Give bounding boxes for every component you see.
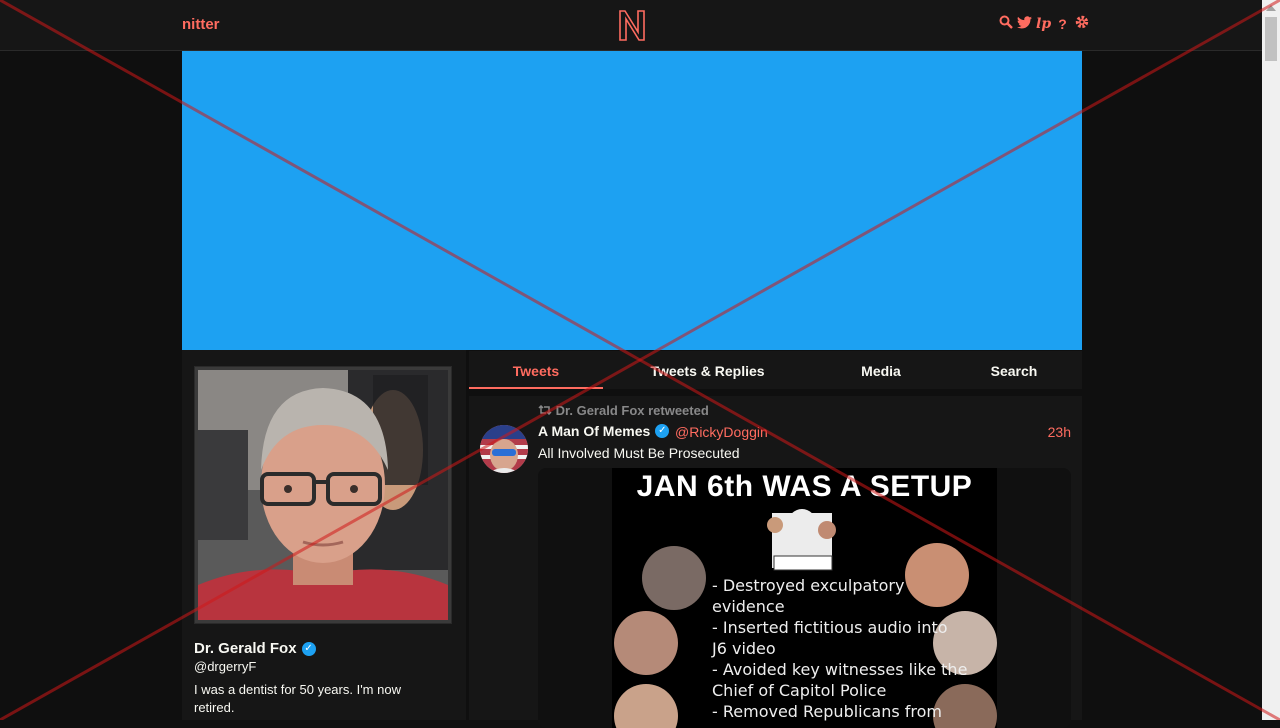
tweet-image-line: evidence bbox=[712, 597, 785, 616]
nitter-home-link[interactable]: nitter bbox=[182, 16, 220, 33]
tab-search[interactable]: Search bbox=[969, 351, 1059, 389]
twitter-bird-icon[interactable] bbox=[1017, 15, 1032, 32]
tweet-image-line: - Inserted fictitious audio into bbox=[712, 618, 948, 637]
retweet-icon bbox=[538, 403, 556, 418]
verified-badge-icon: ✓ bbox=[655, 424, 670, 438]
nav-icons: lp ? bbox=[998, 15, 1089, 32]
profile-fullname-text[interactable]: Dr. Gerald Fox bbox=[194, 640, 297, 657]
tweet-image-line: - Removed Republicans from bbox=[712, 702, 943, 721]
tab-media[interactable]: Media bbox=[826, 351, 936, 389]
tweet-text: All Involved Must Be Prosecuted bbox=[538, 445, 740, 461]
profile-banner[interactable] bbox=[182, 51, 1082, 350]
tweet-author-name: A Man Of Memes ✓ bbox=[538, 423, 670, 439]
nitter-logo[interactable] bbox=[617, 8, 647, 47]
tweet-author-avatar[interactable] bbox=[480, 425, 528, 473]
profile-bio: I was a dentist for 50 years. I'm now re… bbox=[194, 682, 401, 715]
tweet-image-line: Chief of Capitol Police bbox=[712, 681, 887, 700]
scroll-up-arrow-icon[interactable] bbox=[1266, 5, 1276, 11]
search-icon[interactable] bbox=[998, 15, 1013, 32]
tweet-image-line: - Avoided key witnesses like the bbox=[712, 660, 968, 679]
profile-username[interactable]: @drgerryF bbox=[194, 659, 256, 674]
scroll-thumb[interactable] bbox=[1265, 17, 1277, 61]
timeline-tabs: Tweets Tweets & Replies Media Search bbox=[469, 351, 1082, 389]
tab-tweets[interactable]: Tweets bbox=[469, 351, 603, 389]
profile-card: Dr. Gerald Fox ✓ @drgerryF I was a denti… bbox=[182, 350, 466, 720]
tweet-author-name-text[interactable]: A Man Of Memes bbox=[538, 423, 650, 439]
tweet-image[interactable]: JAN 6th WAS A SETUP - Destroyed exculpat… bbox=[612, 468, 997, 728]
profile-avatar[interactable] bbox=[194, 366, 452, 624]
navbar: nitter lp ? bbox=[0, 0, 1262, 51]
tab-tweets-and-replies[interactable]: Tweets & Replies bbox=[631, 351, 784, 389]
lp-icon[interactable]: lp bbox=[1036, 16, 1051, 32]
retweet-header: Dr. Gerald Fox retweeted bbox=[538, 403, 709, 418]
tweet-author-avatar-image bbox=[480, 425, 528, 473]
page-scrollbar[interactable] bbox=[1262, 0, 1280, 720]
tweet-image-line: J6 video bbox=[712, 639, 776, 658]
tweet-author-handle[interactable]: @RickyDoggin bbox=[675, 424, 768, 440]
verified-badge-icon: ✓ bbox=[301, 641, 316, 656]
gear-icon[interactable] bbox=[1074, 15, 1089, 32]
help-icon[interactable]: ? bbox=[1055, 16, 1070, 32]
tweet-image-line: - Destroyed exculpatory bbox=[712, 576, 905, 595]
profile-fullname: Dr. Gerald Fox ✓ bbox=[194, 640, 316, 657]
tweet-attachment[interactable]: JAN 6th WAS A SETUP - Destroyed exculpat… bbox=[538, 468, 1071, 728]
profile-avatar-photo bbox=[198, 370, 448, 620]
tweet-date[interactable]: 23h bbox=[1048, 424, 1071, 440]
retweet-header-text[interactable]: Dr. Gerald Fox retweeted bbox=[556, 403, 709, 418]
timeline-item[interactable]: Dr. Gerald Fox retweeted A Man Of Memes … bbox=[469, 396, 1082, 728]
nitter-logo-icon bbox=[619, 10, 645, 41]
